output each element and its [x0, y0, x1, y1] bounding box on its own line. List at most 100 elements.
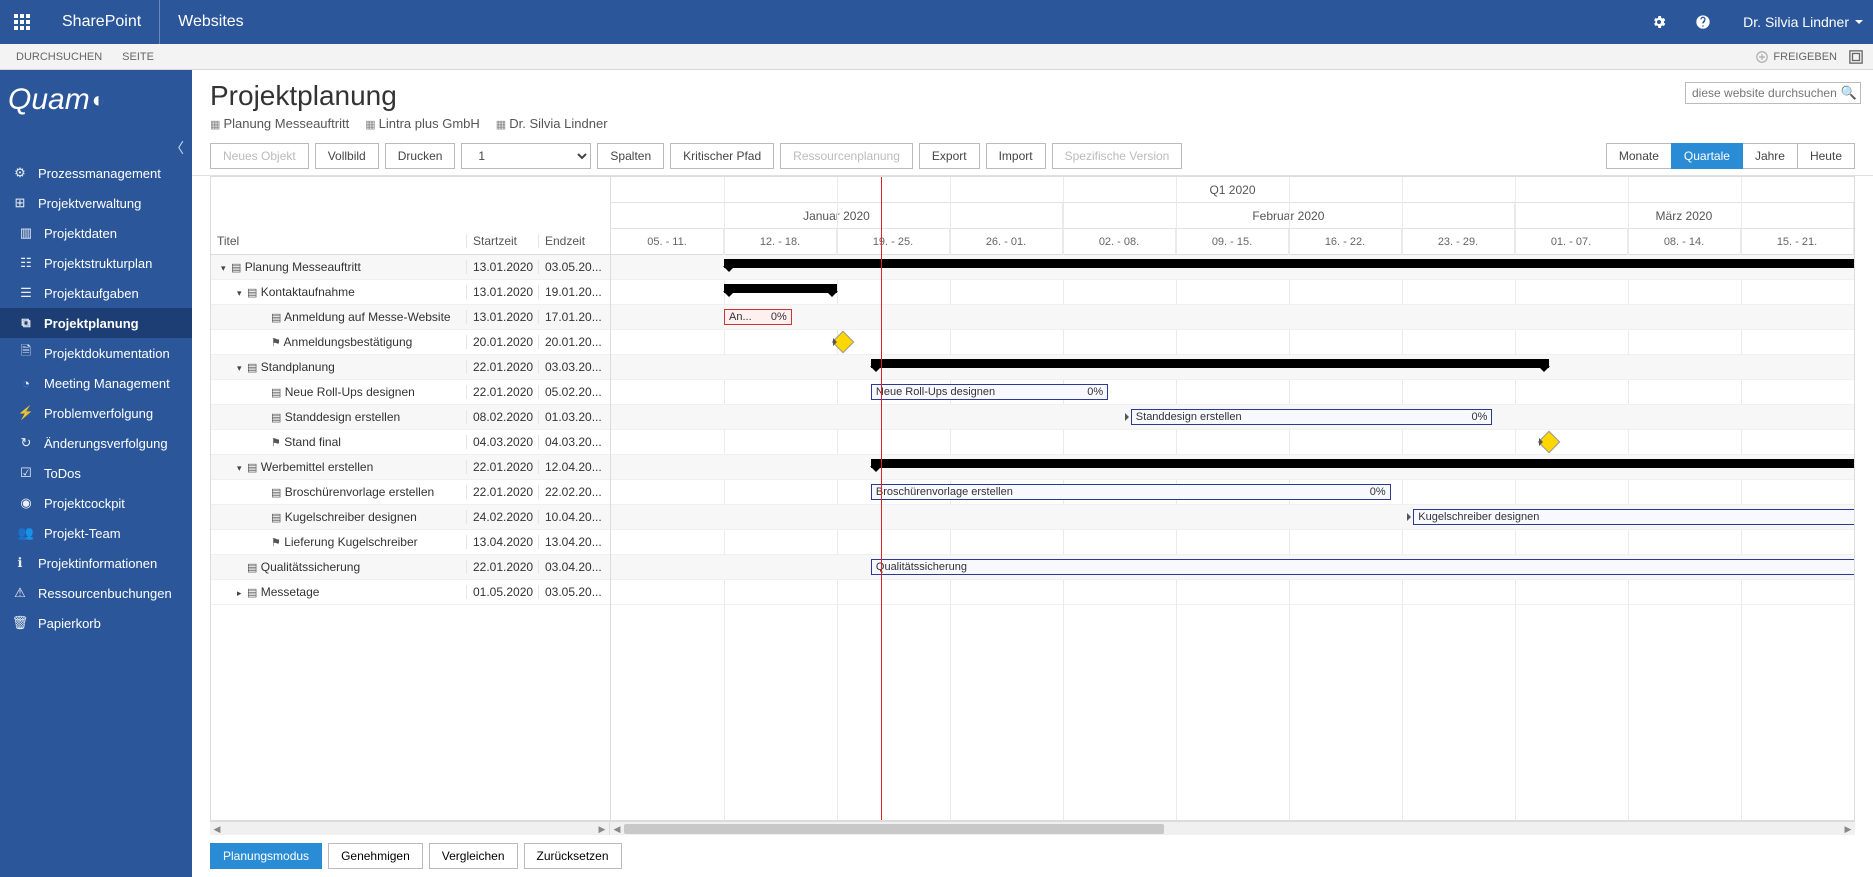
table-row[interactable]: ▤ Standdesign erstellen08.02.202001.03.2…: [211, 405, 610, 430]
columns-button[interactable]: Spalten: [597, 143, 664, 169]
search-input[interactable]: [1685, 82, 1861, 104]
years-button[interactable]: Jahre: [1743, 143, 1797, 169]
sidebar-item-problemverfolgung[interactable]: ⚡Problemverfolgung: [0, 398, 192, 428]
task-end: 03.03.20...: [538, 360, 610, 374]
gantt-row: Kugelschreiber designen: [611, 505, 1854, 530]
sidebar-item-projektcockpit[interactable]: ◉Projektcockpit: [0, 488, 192, 518]
sidebar-item-projektdaten[interactable]: ▥Projektdaten: [0, 218, 192, 248]
chevron-down-icon[interactable]: ▾: [237, 363, 247, 374]
table-row[interactable]: ▤ Broschürenvorlage erstellen22.01.20202…: [211, 480, 610, 505]
fullscreen-button[interactable]: Vollbild: [315, 143, 379, 169]
sidebar-item-meeting-management[interactable]: ◔Meeting Management: [0, 368, 192, 398]
scroll-left-icon[interactable]: ◀: [610, 822, 624, 836]
sidebar-item-projektverwaltung[interactable]: ⊞Projektverwaltung: [0, 188, 192, 218]
chevron-right-icon[interactable]: ▸: [237, 588, 247, 599]
sidebar-item-label: Papierkorb: [38, 616, 101, 631]
table-row[interactable]: ▾▤ Werbemittel erstellen22.01.202012.04.…: [211, 455, 610, 480]
table-row[interactable]: ⚑ Stand final04.03.202004.03.20...: [211, 430, 610, 455]
nav-websites[interactable]: Websites: [160, 13, 262, 31]
sidebar-item-papierkorb[interactable]: 🗑Papierkorb: [0, 608, 192, 638]
approve-button[interactable]: Genehmigen: [328, 843, 423, 869]
months-button[interactable]: Monate: [1606, 143, 1671, 169]
chevron-down-icon[interactable]: ▾: [237, 463, 247, 474]
print-button[interactable]: Drucken: [385, 143, 456, 169]
sidebar-item-projekt-team[interactable]: 👥Projekt-Team: [0, 518, 192, 548]
gantt-summary-bar[interactable]: [871, 359, 1549, 368]
gantt-summary-bar[interactable]: [724, 284, 837, 293]
table-row[interactable]: ▾▤ Standplanung22.01.202003.03.20...: [211, 355, 610, 380]
search-icon[interactable]: 🔍: [1841, 85, 1857, 101]
sidebar-item-label: Projektplanung: [44, 316, 139, 331]
gantt-hscroll[interactable]: ◀ ▶ ◀ ▶: [210, 821, 1855, 835]
crumb-company[interactable]: Lintra plus GmbH: [365, 116, 480, 131]
scroll-right-icon[interactable]: ▶: [1841, 822, 1855, 836]
sidebar-item-projektinformationen[interactable]: ℹProjektinformationen: [0, 548, 192, 578]
gantt-task-bar[interactable]: Neue Roll-Ups designen0%: [871, 384, 1108, 400]
sidebar-item-prozessmanagement[interactable]: ⚙Prozessmanagement: [0, 158, 192, 188]
gantt-task-bar[interactable]: Qualitätssicherung: [871, 559, 1854, 575]
gantt-summary-bar[interactable]: [871, 459, 1854, 468]
bar-label: An...: [729, 311, 752, 323]
share-button[interactable]: FREIGEBEN: [1747, 50, 1845, 64]
gantt-row: Qualitätssicherung: [611, 555, 1854, 580]
table-row[interactable]: ▤ Kugelschreiber designen24.02.202010.04…: [211, 505, 610, 530]
chevron-down-icon[interactable]: ▾: [221, 263, 231, 274]
gantt-task-bar[interactable]: Standdesign erstellen0%: [1131, 409, 1493, 425]
col-start[interactable]: Startzeit: [466, 234, 538, 248]
sidebar-item-label: Projektdaten: [44, 226, 117, 241]
gantt-timeline: Q1 2020 Januar 2020 Februar 2020 März 20…: [611, 177, 1854, 820]
scroll-right-icon[interactable]: ▶: [595, 822, 609, 836]
table-row[interactable]: ▤ Qualitätssicherung22.01.202003.04.20..…: [211, 555, 610, 580]
planning-mode-button[interactable]: Planungsmodus: [210, 843, 322, 869]
gantt-task-bar[interactable]: An...0%: [724, 309, 792, 325]
quarters-button[interactable]: Quartale: [1671, 143, 1743, 169]
sidebar-item-todos[interactable]: ☑ToDos: [0, 458, 192, 488]
scroll-left-icon[interactable]: ◀: [210, 822, 224, 836]
help-icon[interactable]: [1681, 0, 1725, 44]
gantt-task-bar[interactable]: Kugelschreiber designen: [1413, 509, 1854, 525]
scroll-thumb[interactable]: [624, 824, 1164, 834]
sidebar-item-projektaufgaben[interactable]: ☰Projektaufgaben: [0, 278, 192, 308]
ribbon-tab-seite[interactable]: SEITE: [112, 51, 164, 63]
table-row[interactable]: ▤ Anmeldung auf Messe-Website13.01.20201…: [211, 305, 610, 330]
reset-button[interactable]: Zurücksetzen: [524, 843, 622, 869]
sidebar-item--nderungsverfolgung[interactable]: ↻Änderungsverfolgung: [0, 428, 192, 458]
user-menu[interactable]: Dr. Silvia Lindner: [1725, 0, 1873, 44]
zoom-select[interactable]: 1: [461, 143, 591, 169]
sidebar-item-projektplanung[interactable]: ⧉Projektplanung: [0, 308, 192, 338]
sidebar-item-label: Projektstrukturplan: [44, 256, 152, 271]
export-button[interactable]: Export: [919, 143, 980, 169]
compare-button[interactable]: Vergleichen: [429, 843, 518, 869]
gear-icon[interactable]: [1637, 0, 1681, 44]
brand-label[interactable]: SharePoint: [44, 0, 160, 44]
table-row[interactable]: ⚑ Anmeldungsbestätigung20.01.202020.01.2…: [211, 330, 610, 355]
chevron-down-icon[interactable]: ▾: [237, 288, 247, 299]
today-button[interactable]: Heute: [1797, 143, 1855, 169]
ribbon-tab-durchsuchen[interactable]: DURCHSUCHEN: [6, 51, 112, 63]
resource-planning-button[interactable]: Ressourcenplanung: [780, 143, 913, 169]
task-start: 22.01.2020: [466, 460, 538, 474]
sidebar-item-projektdokumentation[interactable]: 🗎Projektdokumentation: [0, 338, 192, 368]
sidebar-item-projektstrukturplan[interactable]: ☷Projektstrukturplan: [0, 248, 192, 278]
critical-path-button[interactable]: Kritischer Pfad: [670, 143, 774, 169]
gantt-task-bar[interactable]: Broschürenvorlage erstellen0%: [871, 484, 1391, 500]
table-row[interactable]: ⚑ Lieferung Kugelschreiber13.04.202013.0…: [211, 530, 610, 555]
task-title: Kugelschreiber designen: [285, 510, 417, 524]
table-row[interactable]: ▾▤ Kontaktaufnahme13.01.202019.01.20...: [211, 280, 610, 305]
table-row[interactable]: ▸▤ Messetage01.05.202003.05.20...: [211, 580, 610, 605]
sidebar-collapse-icon[interactable]: 〈: [170, 138, 184, 158]
sidebar-item-ressourcenbuchungen[interactable]: ⚠Ressourcenbuchungen: [0, 578, 192, 608]
crumb-user[interactable]: Dr. Silvia Lindner: [496, 116, 608, 131]
specific-version-button[interactable]: Spezifische Version: [1052, 143, 1183, 169]
timeline-week: 05. - 11.: [611, 229, 724, 255]
table-row[interactable]: ▤ Neue Roll-Ups designen22.01.202005.02.…: [211, 380, 610, 405]
new-object-button[interactable]: Neues Objekt: [210, 143, 309, 169]
crumb-project[interactable]: Planung Messeauftritt: [210, 116, 349, 131]
col-end[interactable]: Endzeit: [538, 234, 610, 248]
focus-mode-icon[interactable]: [1845, 50, 1867, 64]
gantt-summary-bar[interactable]: [724, 259, 1854, 268]
col-title[interactable]: Titel: [211, 234, 466, 248]
import-button[interactable]: Import: [986, 143, 1046, 169]
table-row[interactable]: ▾▤ Planung Messeauftritt13.01.202003.05.…: [211, 255, 610, 280]
app-launcher-icon[interactable]: [0, 0, 44, 44]
